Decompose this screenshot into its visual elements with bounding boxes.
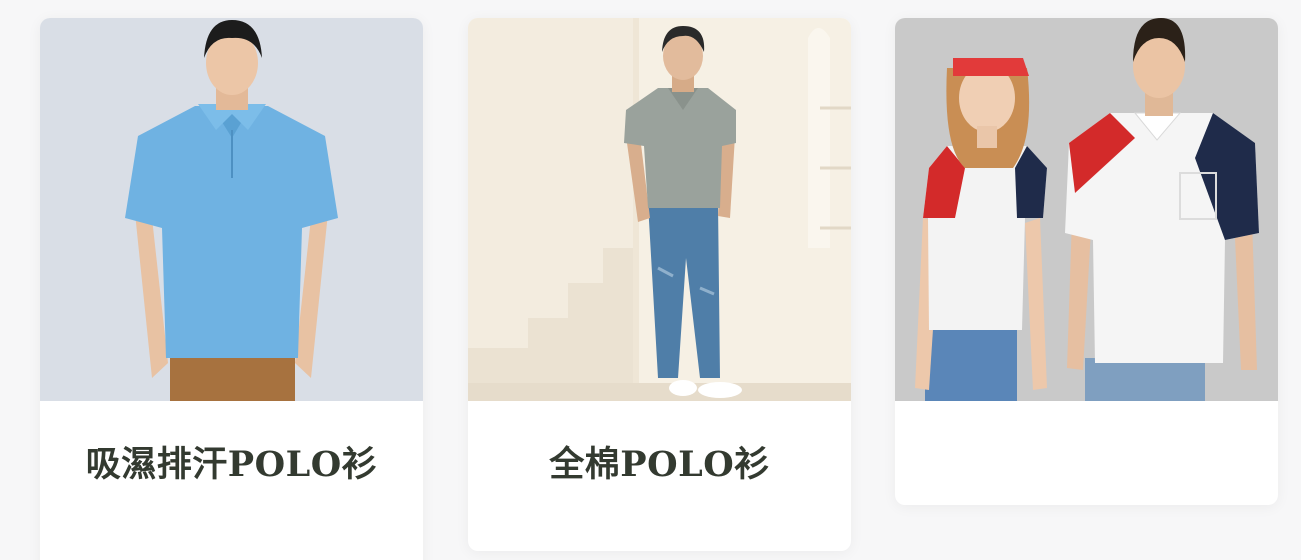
blue-polo-photo xyxy=(40,18,423,401)
product-title[interactable]: 吸濕排汗POLO衫 xyxy=(40,401,423,485)
colorblock-polo-photo xyxy=(895,18,1278,401)
product-image-blue-polo[interactable] xyxy=(40,18,423,401)
product-card-moisture-wicking-polo[interactable]: 吸濕排汗POLO衫 xyxy=(40,18,423,560)
product-title[interactable]: 全棉POLO衫 xyxy=(468,401,851,485)
product-card-colorblock-polo[interactable] xyxy=(895,18,1278,505)
product-title[interactable] xyxy=(895,401,1278,445)
product-grid: 吸濕排汗POLO衫 全棉POLO衫 xyxy=(0,0,1301,560)
product-image-colorblock-polo[interactable] xyxy=(895,18,1278,401)
grey-polo-photo xyxy=(468,18,851,401)
product-card-cotton-polo[interactable]: 全棉POLO衫 xyxy=(468,18,851,551)
product-image-grey-polo[interactable] xyxy=(468,18,851,401)
